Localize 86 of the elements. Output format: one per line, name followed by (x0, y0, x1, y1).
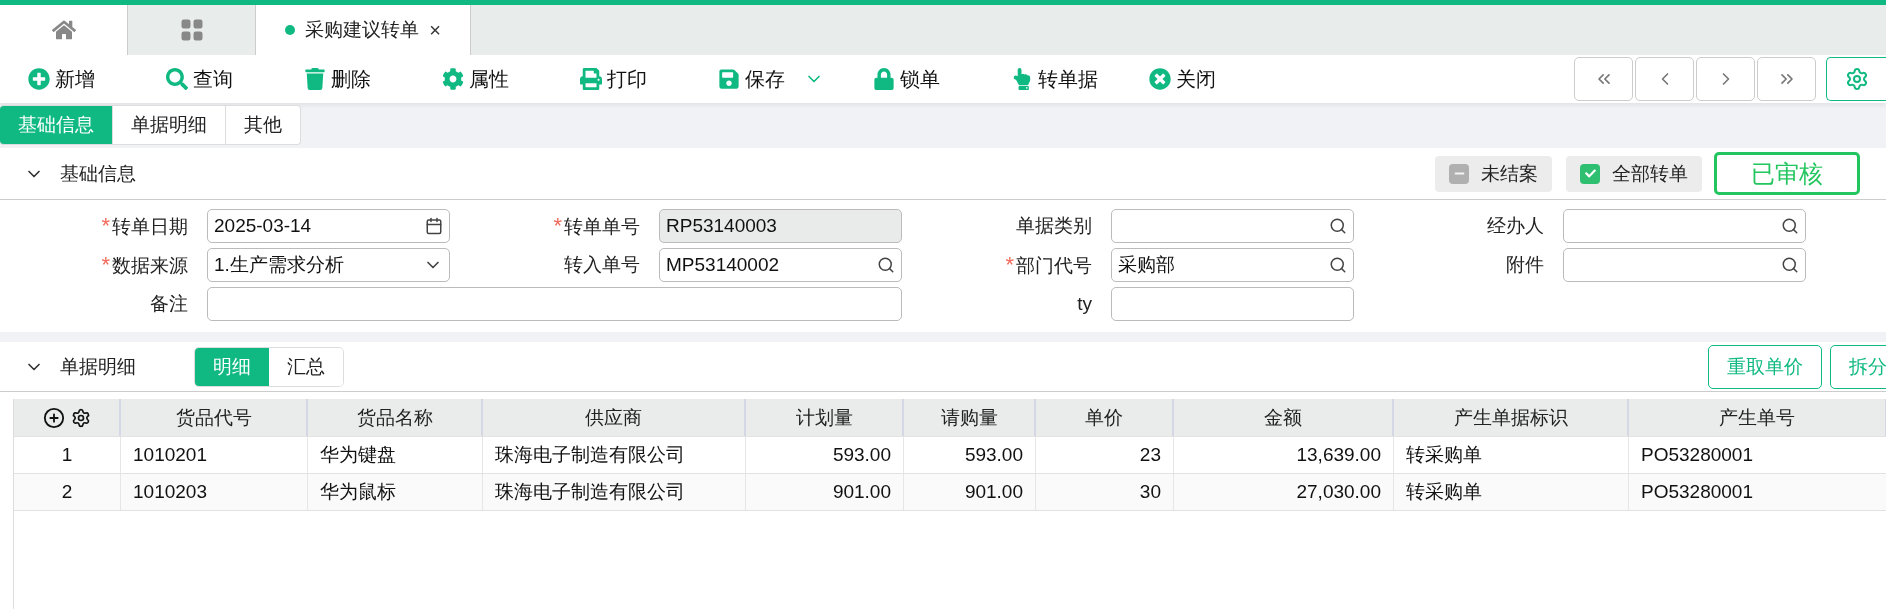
check-icon (1580, 163, 1600, 184)
tab-label: 采购建议转单 (305, 18, 420, 42)
last-record-button[interactable] (1757, 57, 1816, 101)
field-label: *转单单号 (552, 212, 640, 240)
section-title: 单据明细 (60, 354, 136, 379)
toolbar-button[interactable]: 打印 (580, 65, 718, 93)
close-tab-button[interactable]: × (429, 18, 441, 42)
search-icon (1329, 217, 1347, 235)
field-label: *转单日期 (100, 212, 188, 240)
delete-icon (304, 68, 326, 90)
next-record-button[interactable] (1696, 57, 1755, 101)
table-cell: 1010203 (121, 474, 308, 510)
table-cell: 华为鼠标 (308, 474, 483, 510)
toolbar-button[interactable]: 保存 (718, 65, 873, 93)
section-title: 基础信息 (60, 161, 136, 186)
section-tab[interactable]: 单据明细 (113, 105, 226, 145)
row-number: 2 (14, 474, 121, 510)
flag-label: 未结案 (1481, 161, 1538, 186)
approval-stamp: 已审核 (1714, 152, 1860, 195)
toolbar-button[interactable]: 锁单 (873, 65, 1011, 93)
settings-button[interactable] (1826, 57, 1886, 101)
search-icon (1329, 256, 1347, 274)
table-cell: 13,639.00 (1174, 437, 1394, 473)
table-cell: 593.00 (904, 437, 1036, 473)
field-label: 附件 (1505, 253, 1544, 277)
table-cell: 27,030.00 (1174, 474, 1394, 510)
gear-icon (1844, 67, 1869, 91)
print-icon (580, 68, 602, 90)
table-cell: 转采购单 (1394, 437, 1629, 473)
table-cell: 1010201 (121, 437, 308, 473)
home-icon (51, 18, 76, 42)
grid-icon (179, 18, 204, 42)
section-tab[interactable]: 其他 (226, 105, 301, 145)
input-field[interactable] (207, 287, 902, 321)
table-cell: 901.00 (746, 474, 904, 510)
input-field[interactable]: 2025-03-14 (207, 209, 450, 243)
toolbar-button[interactable]: 新增 (28, 65, 166, 93)
first-record-button[interactable] (1574, 57, 1633, 101)
search-icon (166, 68, 188, 90)
input-field[interactable]: 采购部 (1111, 248, 1354, 282)
input-field[interactable] (1111, 287, 1354, 321)
input-field[interactable]: MP53140002 (659, 248, 902, 282)
table-cell: 593.00 (746, 437, 904, 473)
table-cell: 901.00 (904, 474, 1036, 510)
save-icon (718, 68, 740, 90)
search-icon (1781, 256, 1799, 274)
table-cell: 珠海电子制造有限公司 (483, 437, 746, 473)
input-field[interactable] (1111, 209, 1354, 243)
toolbar-button[interactable]: 删除 (304, 65, 442, 93)
table-cell: 珠海电子制造有限公司 (483, 474, 746, 510)
calendar-icon (425, 217, 443, 235)
previous-record-button[interactable] (1635, 57, 1694, 101)
field-label: *部门代号 (1004, 251, 1092, 279)
table-cell: PO53280001 (1629, 474, 1886, 510)
table-cell: 30 (1036, 474, 1174, 510)
row-number: 1 (14, 437, 121, 473)
close-icon (1149, 68, 1171, 90)
search-icon (1781, 217, 1799, 235)
input-field[interactable] (1563, 248, 1806, 282)
toolbar-button[interactable]: 属性 (442, 65, 580, 93)
input-field[interactable] (1563, 209, 1806, 243)
search-icon (877, 256, 895, 274)
add-row-icon[interactable] (42, 406, 65, 429)
home-tab[interactable] (0, 5, 128, 55)
field-label: *数据来源 (100, 251, 188, 279)
toolbar-button[interactable]: 转单据 (1011, 65, 1149, 93)
field-label: ty (1076, 293, 1092, 315)
add-icon (28, 68, 50, 90)
field-label: 转入单号 (563, 253, 640, 277)
table-cell: 转采购单 (1394, 474, 1629, 510)
input-field[interactable]: 1.生产需求分析 (207, 248, 450, 282)
input-field[interactable]: RP53140003 (659, 209, 902, 243)
active-dot (285, 25, 296, 35)
field-label: 经办人 (1486, 214, 1544, 238)
table-cell: 华为键盘 (308, 437, 483, 473)
table-cell: PO53280001 (1629, 437, 1886, 473)
lock-icon (873, 68, 895, 90)
table-cell: 23 (1036, 437, 1174, 473)
flag-label: 全部转单 (1612, 161, 1688, 186)
field-label: 备注 (149, 292, 188, 316)
field-label: 单据类别 (1015, 214, 1092, 238)
toolbar-button[interactable]: 关闭 (1149, 65, 1287, 93)
document-tab[interactable]: 采购建议转单 × (256, 5, 471, 55)
settings-icon[interactable] (70, 407, 91, 428)
toolbar-button[interactable]: 查询 (166, 65, 304, 93)
minus-icon (1449, 163, 1469, 184)
